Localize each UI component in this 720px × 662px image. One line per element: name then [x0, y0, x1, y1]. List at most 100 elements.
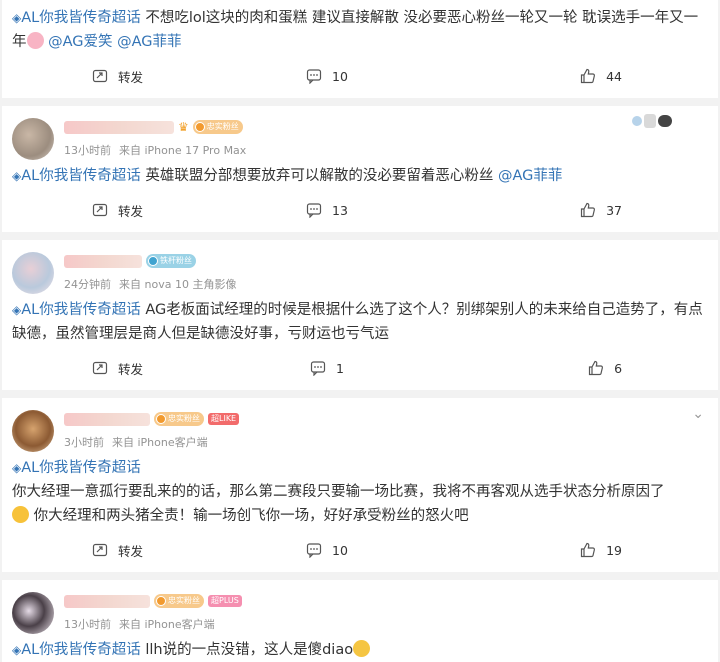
fan-badge: 铁杆粉丝: [146, 254, 196, 268]
avatar[interactable]: [12, 118, 54, 160]
repost-icon: [92, 203, 108, 217]
post-content: ◈AL你我皆传奇超话 英雄联盟分部想要放弃可以解散的没必要留着恶心粉丝 @AG菲…: [12, 164, 708, 188]
crying-emoji-icon: [353, 640, 371, 657]
post-card: 忠实粉丝 超LIKE 3小时前 来自 iPhone客户端 ⌄ ◈AL你我皆传奇超…: [2, 398, 718, 572]
thumbs-up-icon: [581, 542, 596, 558]
decoration-sticker: [632, 114, 672, 128]
topic-icon: ◈: [12, 643, 22, 657]
shy-emoji-icon: [12, 506, 29, 523]
mention-link[interactable]: @AG菲菲: [498, 168, 562, 184]
post-source: 来自 nova 10 主角影像: [119, 278, 237, 291]
avatar[interactable]: [12, 252, 54, 294]
comment-count: 10: [332, 542, 348, 558]
post-time: 13小时前: [64, 144, 111, 157]
like-count: 19: [606, 542, 623, 558]
mention-link[interactable]: @AG菲菲: [117, 34, 181, 50]
crown-icon: ♛: [178, 120, 189, 134]
repost-label: 转发: [118, 543, 144, 559]
avatar[interactable]: [12, 410, 54, 452]
pig-emoji-icon: [26, 32, 44, 49]
post-card: ◈AL你我皆传奇超话 不想吃lol这块的肉和蛋糕 建议直接解散 没必要恶心粉丝一…: [2, 0, 718, 98]
username-blurred[interactable]: [64, 412, 150, 426]
topic-icon: ◈: [12, 303, 22, 317]
repost-button[interactable]: 转发: [12, 359, 249, 378]
post-header: 铁杆粉丝 24分钟前 来自 nova 10 主角影像: [12, 240, 708, 298]
fan-badge: 忠实粉丝: [154, 412, 204, 426]
level-badge: 超PLUS: [208, 595, 242, 607]
post-time: 13小时前: [64, 618, 111, 631]
repost-label: 转发: [118, 361, 144, 377]
post-time: 24分钟前: [64, 278, 111, 291]
post-content: ◈AL你我皆传奇超话 AG老板面试经理的时候是根据什么选了这个人？别绑架别人的未…: [12, 298, 708, 346]
repost-icon: [92, 543, 108, 557]
mention-link[interactable]: @AG爱笑: [48, 34, 112, 50]
comment-button[interactable]: 13: [249, 202, 466, 218]
comment-count: 1: [336, 360, 344, 376]
topic-link[interactable]: ◈AL你我皆传奇超话: [12, 302, 141, 318]
post-card: 铁杆粉丝 24分钟前 来自 nova 10 主角影像 ◈AL你我皆传奇超话 AG…: [2, 240, 718, 390]
like-button[interactable]: 19: [465, 542, 708, 558]
action-bar: 转发 13 37: [12, 188, 708, 232]
comment-icon: [310, 361, 326, 376]
action-bar: 转发 10 44: [12, 54, 708, 98]
post-source: 来自 iPhone客户端: [112, 436, 208, 449]
post-source: 来自 iPhone客户端: [119, 618, 215, 631]
like-count: 6: [614, 360, 623, 376]
level-badge: 超LIKE: [208, 413, 240, 425]
like-count: 44: [606, 68, 623, 84]
post-header: ♛ 忠实粉丝 13小时前 来自 iPhone 17 Pro Max: [12, 106, 708, 164]
repost-button[interactable]: 转发: [12, 201, 249, 220]
username-blurred[interactable]: [64, 594, 150, 608]
topic-link[interactable]: ◈AL你我皆传奇超话: [12, 10, 141, 26]
username-blurred[interactable]: [64, 120, 174, 134]
username-blurred[interactable]: [64, 254, 142, 268]
comment-icon: [306, 69, 322, 84]
post-text: 你大经理一意孤行要乱来的的话，那么第二赛段只要输一场比赛，我将不再客观从选手状态…: [12, 484, 665, 500]
post-content: ◈AL你我皆传奇超话 你大经理一意孤行要乱来的的话，那么第二赛段只要输一场比赛，…: [12, 456, 708, 528]
fan-badge: 忠实粉丝: [192, 120, 243, 134]
comment-count: 10: [332, 68, 348, 84]
like-button[interactable]: 6: [465, 360, 708, 376]
post-text: llh说的一点没错，这人是傻diao: [140, 642, 354, 658]
repost-icon: [92, 69, 108, 83]
action-bar: 转发 1 6: [12, 346, 708, 390]
topic-icon: ◈: [12, 11, 22, 25]
comment-icon: [306, 203, 322, 218]
repost-label: 转发: [118, 203, 144, 219]
post-time: 3小时前: [64, 436, 104, 449]
post-header: 忠实粉丝 超PLUS 13小时前 来自 iPhone客户端: [12, 580, 708, 638]
thumbs-up-icon: [581, 68, 596, 84]
repost-label: 转发: [118, 69, 144, 85]
thumbs-up-icon: [581, 202, 596, 218]
post-source: 来自 iPhone 17 Pro Max: [119, 144, 247, 157]
post-content: ◈AL你我皆传奇超话 不想吃lol这块的肉和蛋糕 建议直接解散 没必要恶心粉丝一…: [12, 6, 708, 54]
thumbs-up-icon: [588, 360, 604, 376]
topic-icon: ◈: [12, 461, 22, 475]
chevron-down-icon[interactable]: ⌄: [692, 406, 704, 422]
comment-button[interactable]: 10: [249, 68, 466, 84]
topic-link[interactable]: ◈AL你我皆传奇超话: [12, 168, 141, 184]
repost-icon: [92, 361, 108, 375]
topic-link[interactable]: ◈AL你我皆传奇超话: [12, 642, 141, 658]
post-text: 英雄联盟分部想要放弃可以解散的没必要留着恶心粉丝: [140, 168, 498, 184]
topic-link[interactable]: ◈AL你我皆传奇超话: [12, 460, 141, 476]
like-button[interactable]: 44: [465, 68, 708, 84]
comment-icon: [306, 543, 322, 558]
post-header: 忠实粉丝 超LIKE 3小时前 来自 iPhone客户端 ⌄: [12, 398, 708, 456]
avatar[interactable]: [12, 592, 54, 634]
post-card: ♛ 忠实粉丝 13小时前 来自 iPhone 17 Pro Max ◈AL你我皆…: [2, 106, 718, 232]
fan-badge: 忠实粉丝: [154, 594, 204, 608]
repost-button[interactable]: 转发: [12, 541, 249, 560]
post-card: 忠实粉丝 超PLUS 13小时前 来自 iPhone客户端 ◈AL你我皆传奇超话…: [2, 580, 718, 662]
like-count: 37: [606, 202, 623, 218]
comment-count: 13: [332, 202, 348, 218]
comment-button[interactable]: 1: [249, 360, 466, 376]
like-button[interactable]: 37: [465, 202, 708, 218]
post-text: 你大经理和两头猪全责！输一场创飞你一场，好好承受粉丝的怒火吧: [29, 508, 469, 524]
topic-icon: ◈: [12, 169, 22, 183]
comment-button[interactable]: 10: [249, 542, 466, 558]
repost-button[interactable]: 转发: [12, 67, 249, 86]
post-content: ◈AL你我皆传奇超话 llh说的一点没错，这人是傻diao: [12, 638, 708, 662]
action-bar: 转发 10 19: [12, 528, 708, 572]
weibo-feed: ◈AL你我皆传奇超话 不想吃lol这块的肉和蛋糕 建议直接解散 没必要恶心粉丝一…: [0, 0, 720, 662]
